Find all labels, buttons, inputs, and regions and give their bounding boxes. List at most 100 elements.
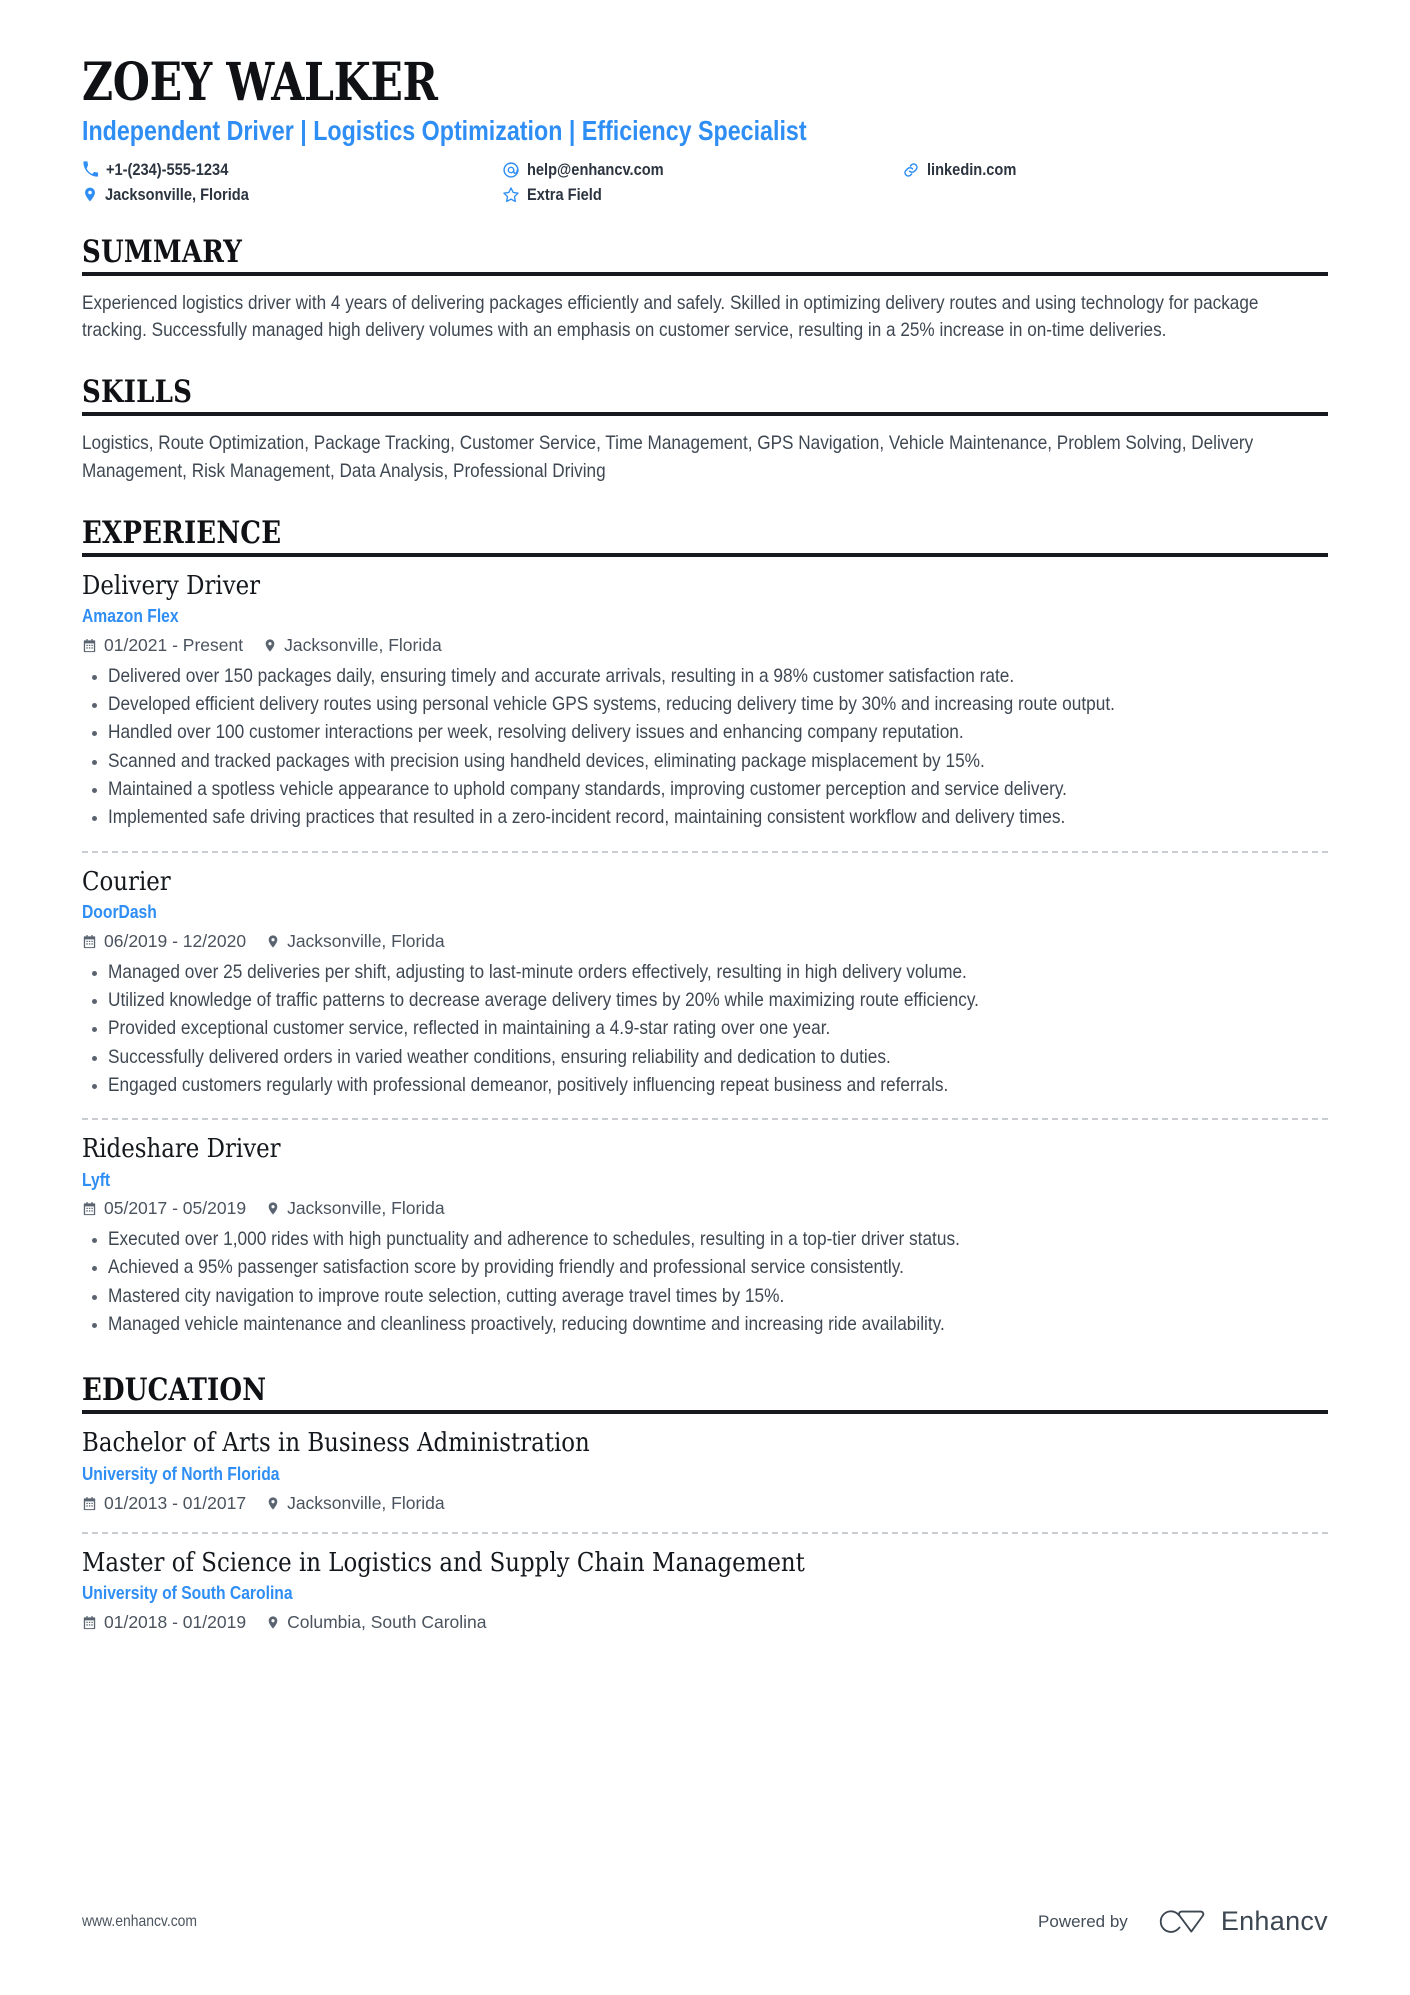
degree-title: Master of Science in Logistics and Suppl… — [82, 1547, 805, 1578]
calendar-icon — [82, 1496, 97, 1511]
powered-by-label: Powered by — [1038, 1911, 1128, 1931]
contact-location-text: Jacksonville, Florida — [105, 184, 249, 204]
company-name[interactable]: Amazon Flex — [82, 605, 1166, 628]
contact-phone-text: +1-(234)-555-1234 — [106, 159, 229, 179]
bullet-text: Implemented safe driving practices that … — [108, 806, 1066, 829]
job-title: Delivery Driver — [82, 570, 261, 601]
job-dates: 06/2019 - 12/2020 — [82, 931, 246, 952]
contact-extra-field[interactable]: Extra Field — [502, 185, 902, 205]
list-item: Managed vehicle maintenance and cleanlin… — [82, 1311, 1328, 1338]
bullet-text: Executed over 1,000 rides with high punc… — [108, 1228, 960, 1251]
list-item: Implemented safe driving practices that … — [82, 804, 1328, 831]
job-title: Rideshare Driver — [82, 1134, 281, 1165]
education-body: Bachelor of Arts in Business Administrat… — [82, 1428, 1328, 1636]
location-pin-icon — [266, 1615, 280, 1630]
list-item: Delivered over 150 packages daily, ensur… — [82, 663, 1328, 690]
list-item: Scanned and tracked packages with precis… — [82, 748, 1328, 775]
list-item: Developed efficient delivery routes usin… — [82, 691, 1328, 718]
job-dates-text: 06/2019 - 12/2020 — [104, 930, 247, 951]
list-item: Provided exceptional customer service, r… — [82, 1015, 1328, 1042]
school-name[interactable]: University of South Carolina — [82, 1582, 1166, 1605]
enhancv-logo-icon — [1154, 1907, 1208, 1937]
job-meta: 01/2021 - Present Jacksonville, Florida — [82, 635, 1328, 656]
section-divider — [82, 552, 1328, 557]
bullet-text: Achieved a 95% passenger satisfaction sc… — [108, 1256, 904, 1279]
calendar-icon — [82, 934, 97, 949]
calendar-icon — [82, 638, 97, 653]
footer-branding: Powered by Enhancv — [1038, 1906, 1328, 1937]
bullet-text: Maintained a spotless vehicle appearance… — [108, 777, 1067, 800]
education-entry: Master of Science in Logistics and Suppl… — [82, 1531, 1328, 1637]
job-dates: 05/2017 - 05/2019 — [82, 1198, 246, 1219]
section-title-education: EDUCATION — [82, 1372, 267, 1409]
experience-entry: Delivery Driver Amazon Flex 01/2021 - Pr… — [82, 571, 1328, 837]
page-footer: www.enhancv.com Powered by Enhancv — [82, 1906, 1328, 1937]
job-location: Jacksonville, Florida — [263, 635, 442, 656]
location-pin-icon — [82, 186, 98, 203]
contact-extra-field-text: Extra Field — [527, 184, 602, 204]
summary-body: Experienced logistics driver with 4 year… — [82, 290, 1328, 345]
job-title: Courier — [82, 866, 171, 897]
education-entry: Bachelor of Arts in Business Administrat… — [82, 1428, 1328, 1517]
bullet-text: Delivered over 150 packages daily, ensur… — [108, 664, 1015, 687]
contact-location[interactable]: Jacksonville, Florida — [82, 185, 502, 205]
experience-entry: Rideshare Driver Lyft 05/2017 - 05/2019 — [82, 1118, 1328, 1343]
job-dates-text: 05/2017 - 05/2019 — [104, 1198, 247, 1219]
section-title-skills: SKILLS — [82, 374, 193, 411]
calendar-icon — [82, 1201, 97, 1216]
school-name[interactable]: University of North Florida — [82, 1463, 1166, 1486]
list-item: Mastered city navigation to improve rout… — [82, 1283, 1328, 1310]
education-dates-text: 01/2013 - 01/2017 — [104, 1492, 247, 1513]
education-meta: 01/2018 - 01/2019 Columbia, South Caroli… — [82, 1612, 1328, 1633]
job-location-text: Jacksonville, Florida — [287, 930, 445, 951]
education-location-text: Jacksonville, Florida — [287, 1492, 445, 1513]
company-name[interactable]: DoorDash — [82, 901, 1166, 924]
resume-page: ZOEY WALKER Independent Driver | Logisti… — [0, 0, 1410, 1995]
education-location: Jacksonville, Florida — [266, 1493, 445, 1514]
location-pin-icon — [263, 638, 277, 653]
bullet-text: Engaged customers regularly with profess… — [108, 1073, 949, 1096]
professional-headline: Independent Driver | Logistics Optimizat… — [82, 115, 807, 147]
location-pin-icon — [266, 1496, 280, 1511]
job-dates: 01/2021 - Present — [82, 635, 243, 656]
phone-icon — [82, 161, 99, 178]
list-item: Successfully delivered orders in varied … — [82, 1044, 1328, 1071]
list-item: Maintained a spotless vehicle appearance… — [82, 776, 1328, 803]
section-summary: SUMMARY Experienced logistics driver wit… — [82, 235, 1328, 345]
footer-website-url[interactable]: www.enhancv.com — [82, 1913, 197, 1931]
bullet-text: Provided exceptional customer service, r… — [108, 1017, 831, 1040]
list-item: Handled over 100 customer interactions p… — [82, 719, 1328, 746]
summary-text: Experienced logistics driver with 4 year… — [82, 291, 1259, 342]
bullet-text: Handled over 100 customer interactions p… — [108, 721, 964, 744]
contact-link[interactable]: linkedin.com — [902, 160, 1328, 180]
section-divider — [82, 1410, 1328, 1415]
section-education: EDUCATION Bachelor of Arts in Business A… — [82, 1373, 1328, 1636]
education-dates-text: 01/2018 - 01/2019 — [104, 1611, 247, 1632]
section-divider — [82, 271, 1328, 276]
company-name[interactable]: Lyft — [82, 1169, 1166, 1192]
enhancv-brand-name: Enhancv — [1220, 1906, 1328, 1936]
contact-link-text: linkedin.com — [927, 159, 1017, 179]
contact-email[interactable]: help@enhancv.com — [502, 160, 902, 180]
contact-email-text: help@enhancv.com — [527, 159, 664, 179]
location-pin-icon — [266, 1201, 280, 1216]
skills-body: Logistics, Route Optimization, Package T… — [82, 430, 1328, 485]
page-title: ZOEY WALKER — [82, 52, 438, 113]
list-item: Executed over 1,000 rides with high punc… — [82, 1226, 1328, 1253]
job-location: Jacksonville, Florida — [266, 931, 445, 952]
section-experience: EXPERIENCE Delivery Driver Amazon Flex 0… — [82, 516, 1328, 1344]
education-location-text: Columbia, South Carolina — [287, 1611, 487, 1632]
resume-header: ZOEY WALKER Independent Driver | Logisti… — [82, 52, 1328, 205]
location-pin-icon — [266, 934, 280, 949]
degree-title: Bachelor of Arts in Business Administrat… — [82, 1428, 590, 1459]
list-item: Achieved a 95% passenger satisfaction sc… — [82, 1254, 1328, 1281]
contact-phone[interactable]: +1-(234)-555-1234 — [82, 160, 502, 180]
contact-info-grid: +1-(234)-555-1234 help@enhancv.com linke… — [82, 160, 1328, 205]
experience-entry: Courier DoorDash 06/2019 - 12/2020 Jacks… — [82, 850, 1328, 1105]
education-meta: 01/2013 - 01/2017 Jacksonville, Florida — [82, 1493, 1328, 1514]
job-meta: 06/2019 - 12/2020 Jacksonville, Florida — [82, 931, 1328, 952]
star-icon — [502, 186, 520, 204]
bullet-text: Managed over 25 deliveries per shift, ad… — [108, 960, 967, 983]
job-meta: 05/2017 - 05/2019 Jacksonville, Florida — [82, 1198, 1328, 1219]
list-item: Utilized knowledge of traffic patterns t… — [82, 987, 1328, 1014]
